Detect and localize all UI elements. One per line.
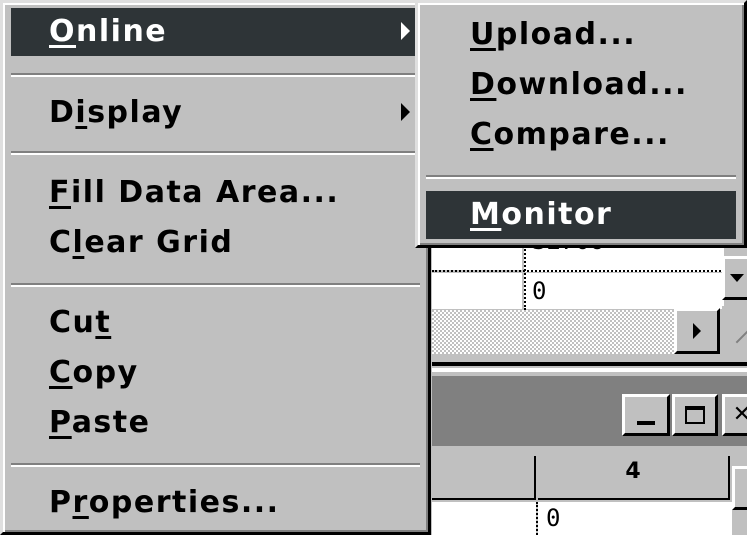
menu-item-accelerator: U (470, 17, 496, 52)
menu-item-label: operties... (88, 485, 280, 520)
submenu-arrow-icon (401, 22, 410, 40)
scroll-up-button[interactable] (732, 466, 747, 510)
menu-item-label: Cu (49, 305, 96, 340)
menu-item-label: pload... (495, 17, 637, 52)
menu-item-accelerator: C (470, 117, 494, 152)
size-grip-icon (735, 330, 747, 344)
grid-line (536, 502, 538, 535)
grid-cell-value: 0 (532, 277, 547, 305)
maximize-icon (685, 406, 705, 424)
menu-item-copy[interactable]: Copy (11, 349, 420, 397)
column-header[interactable] (432, 456, 536, 500)
menu-item-label: D (49, 95, 76, 130)
menu-item-accelerator: D (470, 67, 497, 102)
menu-separator (11, 151, 420, 155)
grid-line (432, 270, 724, 272)
grid-cell-value: 0 (546, 504, 561, 532)
grid-cell (432, 502, 536, 535)
context-menu: Online Display Fill Data Area... Clear G… (0, 0, 431, 535)
menu-item-properties[interactable]: Properties... (11, 479, 420, 527)
chevron-down-icon (730, 274, 744, 282)
arrow-right-icon (693, 323, 701, 339)
scroll-right-button[interactable] (674, 308, 720, 354)
menu-item-label: ompare... (493, 117, 670, 152)
menu-item-accelerator: M (470, 197, 502, 232)
menu-item-monitor[interactable]: Monitor (426, 191, 736, 239)
menu-item-compare[interactable]: Compare... (426, 111, 736, 159)
grid-cell[interactable]: 0 (524, 273, 724, 309)
online-submenu: Upload... Download... Compare... Monitor (415, 0, 747, 248)
window-border (432, 362, 747, 366)
menu-item-label: nline (76, 14, 168, 49)
menu-item-label: aste (71, 405, 151, 440)
menu-item-label: C (49, 225, 73, 260)
menu-item-online[interactable]: Online (11, 8, 420, 56)
close-icon: ✕ (732, 402, 747, 427)
menu-item-accelerator: l (72, 225, 85, 260)
menu-item-label: onitor (501, 197, 613, 232)
grid-cell (432, 273, 522, 309)
maximize-button[interactable] (672, 394, 718, 436)
minimize-icon (637, 421, 655, 425)
menu-item-label: splay (87, 95, 184, 130)
close-button[interactable]: ✕ (722, 394, 747, 436)
menu-item-cut[interactable]: Cut (11, 299, 420, 347)
menu-item-label: ear Grid (84, 225, 234, 260)
menu-item-label: opy (72, 355, 139, 390)
menu-item-fill-data-area[interactable]: Fill Data Area... (11, 169, 420, 217)
menu-separator (11, 73, 420, 77)
horizontal-scrollbar-track[interactable] (432, 310, 674, 354)
menu-item-accelerator: r (72, 485, 89, 520)
menu-item-display[interactable]: Display (11, 89, 420, 137)
menu-item-accelerator: i (75, 95, 88, 130)
menu-item-label: ownload... (496, 67, 688, 102)
column-header-label: 4 (625, 459, 641, 484)
menu-item-accelerator: P (49, 405, 72, 440)
menu-separator (11, 283, 420, 287)
menu-item-download[interactable]: Download... (426, 61, 736, 109)
menu-separator (11, 463, 420, 467)
column-header[interactable]: 4 (538, 456, 730, 500)
menu-separator (426, 175, 736, 179)
grid-cell[interactable]: 0 (538, 502, 732, 535)
menu-item-accelerator: F (49, 175, 71, 210)
menu-item-label: P (49, 485, 73, 520)
minimize-button[interactable] (622, 394, 670, 436)
menu-item-accelerator: t (95, 305, 112, 340)
menu-item-upload[interactable]: Upload... (426, 11, 736, 59)
menu-item-clear-grid[interactable]: Clear Grid (11, 219, 420, 267)
menu-item-accelerator: O (49, 14, 77, 49)
dropdown-button[interactable] (722, 256, 747, 300)
submenu-arrow-icon (401, 103, 410, 121)
menu-item-paste[interactable]: Paste (11, 399, 420, 447)
window-border (432, 368, 747, 372)
size-grip[interactable] (722, 306, 747, 358)
menu-item-accelerator: C (49, 355, 73, 390)
grid-line (524, 238, 526, 310)
menu-item-label: ill Data Area... (71, 175, 340, 210)
